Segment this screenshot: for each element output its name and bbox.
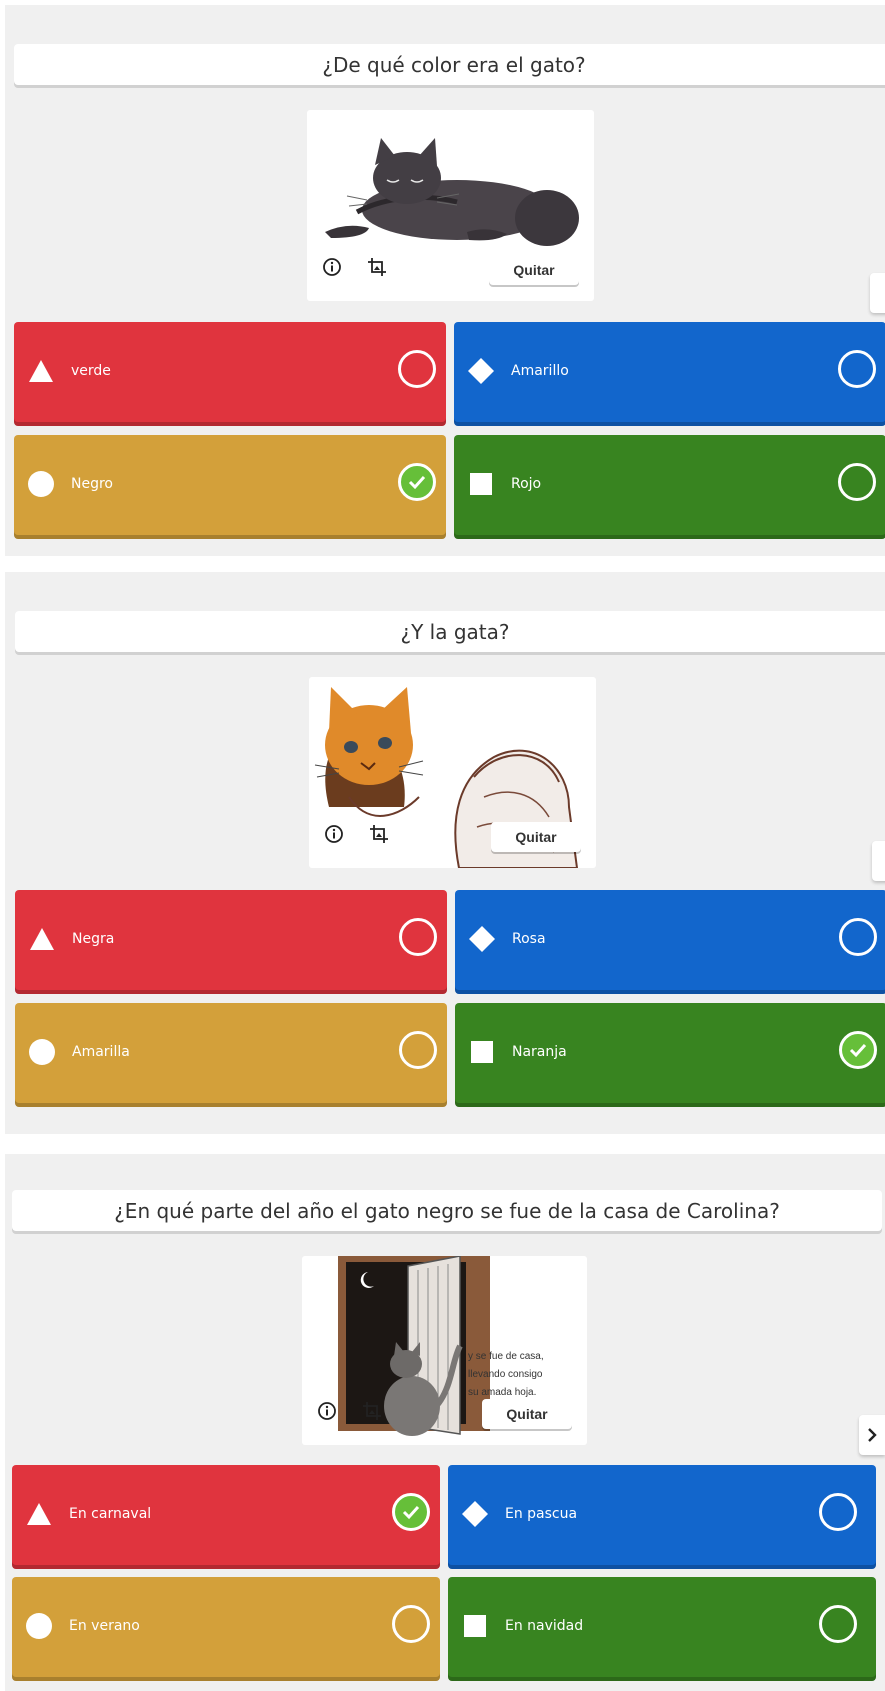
info-button[interactable] [314,1398,340,1424]
correct-toggle[interactable] [819,1493,857,1531]
circle-icon [28,471,54,497]
answer-yellow[interactable]: Negro [14,435,446,539]
crop-button[interactable] [364,254,390,280]
correct-toggle[interactable] [392,1493,430,1531]
answer-label: Negra [72,931,115,947]
correct-toggle[interactable] [838,350,876,388]
info-button[interactable] [319,254,345,280]
correct-toggle[interactable] [838,463,876,501]
circle-icon [29,1039,55,1065]
triangle-icon [29,360,53,382]
answer-label: verde [71,363,111,379]
check-icon [402,1505,420,1520]
answer-label: Rosa [512,931,546,947]
answer-blue[interactable]: En pascua [448,1465,876,1569]
question-title[interactable]: ¿En qué parte del año el gato negro se f… [12,1190,882,1231]
info-icon [323,258,341,276]
answer-yellow[interactable]: Amarilla [15,1003,447,1107]
answer-label: En carnaval [69,1506,152,1522]
remove-image-button[interactable]: Quitar [482,1399,572,1429]
question-panel-3: ¿En qué parte del año el gato negro se f… [5,1154,885,1691]
answer-label: En verano [69,1618,140,1634]
square-icon [470,473,492,495]
answer-red[interactable]: En carnaval [12,1465,440,1569]
answer-red[interactable]: verde [14,322,446,426]
answer-green[interactable]: En navidad [448,1577,876,1681]
question-text: ¿Y la gata? [400,619,510,644]
question-image: Quitar [307,110,594,301]
image-caption-line: su amada hoja. [468,1387,537,1398]
image-caption-line: y se fue de casa, [468,1351,544,1362]
answer-yellow[interactable]: En verano [12,1577,440,1681]
square-icon [471,1041,493,1063]
correct-toggle[interactable] [839,918,877,956]
diamond-icon [468,358,494,384]
question-text: ¿En qué parte del año el gato negro se f… [114,1198,780,1223]
answer-label: Amarilla [72,1044,130,1060]
question-panel-2: ¿Y la gata? Quitar Negra Rosa Amarilla N… [5,572,885,1134]
question-panel-1: ¿De qué color era el gato? Quitar verde [5,5,885,556]
info-icon [318,1402,336,1420]
answer-green[interactable]: Naranja [455,1003,885,1107]
circle-icon [26,1613,52,1639]
answer-label: Rojo [511,476,542,492]
remove-image-button[interactable]: Quitar [489,255,579,285]
next-button[interactable] [859,1415,885,1455]
answer-label: Negro [71,476,113,492]
crop-icon [368,258,386,276]
answer-blue[interactable]: Amarillo [454,322,885,426]
triangle-icon [30,928,54,950]
next-button[interactable] [872,841,885,881]
crop-icon [370,825,388,843]
correct-toggle[interactable] [392,1605,430,1643]
image-caption-line: llevando consigo [468,1369,543,1380]
question-title[interactable]: ¿Y la gata? [15,611,885,652]
info-button[interactable] [321,821,347,847]
correct-toggle[interactable] [819,1605,857,1643]
answer-label: En navidad [505,1618,584,1634]
square-icon [464,1615,486,1637]
answer-label: Amarillo [511,363,569,379]
correct-toggle[interactable] [399,1031,437,1069]
answer-blue[interactable]: Rosa [455,890,885,994]
correct-toggle[interactable] [398,463,436,501]
check-icon [408,475,426,490]
crop-button[interactable] [359,1398,385,1424]
triangle-icon [27,1503,51,1525]
answer-red[interactable]: Negra [15,890,447,994]
correct-toggle[interactable] [399,918,437,956]
diamond-icon [469,926,495,952]
answer-label: Naranja [512,1044,567,1060]
correct-toggle[interactable] [398,350,436,388]
info-icon [325,825,343,843]
answer-green[interactable]: Rojo [454,435,885,539]
question-image: y se fue de casa, llevando consigo su am… [302,1256,587,1445]
question-image: Quitar [309,677,596,868]
chevron-right-icon [868,1428,877,1442]
question-text: ¿De qué color era el gato? [322,52,586,77]
question-title[interactable]: ¿De qué color era el gato? [14,44,885,85]
answer-label: En pascua [505,1506,578,1522]
remove-image-button[interactable]: Quitar [491,822,581,852]
diamond-icon [462,1501,488,1527]
correct-toggle[interactable] [839,1031,877,1069]
next-button[interactable] [870,273,885,313]
crop-icon [363,1402,381,1420]
crop-button[interactable] [366,821,392,847]
check-icon [849,1043,867,1058]
